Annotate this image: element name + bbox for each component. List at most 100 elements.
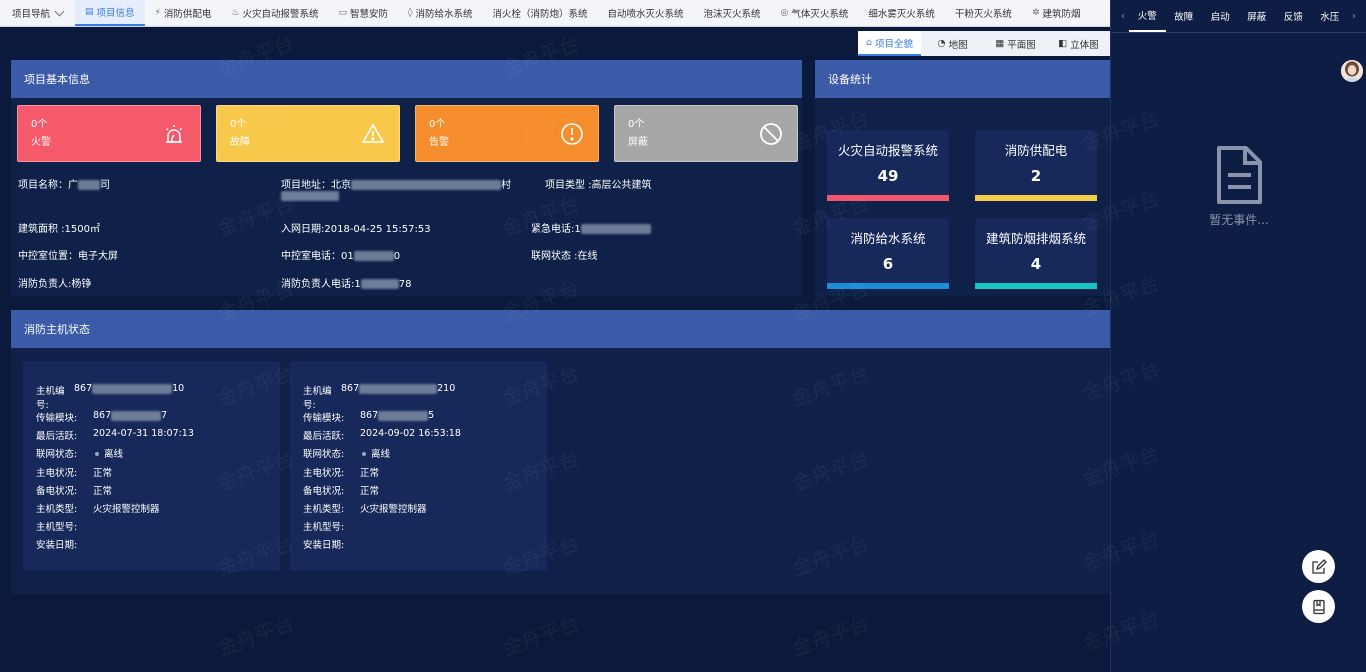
nav-tab-sprinkler[interactable]: 自动喷水灭火系统 bbox=[598, 0, 694, 26]
avatar[interactable] bbox=[1341, 60, 1363, 82]
host-card[interactable]: 主机编号: 867 210 传输模块: 867 5 最后活跃: 2024-09-02 16… bbox=[290, 361, 547, 571]
view-tabs: ⌂ 项目全貌 ◔ 地图 ▦ 平面图 ◧ 立体图 bbox=[858, 31, 1110, 56]
host-field-label: 最后活跃: bbox=[303, 431, 345, 443]
host-field-label: 备电状况: bbox=[36, 485, 78, 497]
nav-tab-label: 消火栓（消防炮）系统 bbox=[492, 9, 588, 20]
project-address: 项目地址：北京 村 bbox=[281, 176, 511, 191]
stat-card-power-supply[interactable]: 消防供配电 2 bbox=[975, 130, 1097, 201]
alarm-card-fire[interactable]: 0个 火警 bbox=[17, 105, 201, 162]
host-last-active: 2024-07-31 18:07:13 bbox=[93, 428, 194, 440]
host-field-label: 主机类型: bbox=[36, 503, 78, 515]
nav-tab-label: 项目信息 bbox=[96, 8, 135, 19]
nav-tab-water-mist[interactable]: 细水雾灭火系统 bbox=[858, 0, 945, 26]
map-icon: ◔ bbox=[937, 38, 946, 49]
stat-value: 49 bbox=[877, 167, 899, 185]
nav-tab-project-info[interactable]: ▤ 项目信息 bbox=[75, 0, 145, 26]
control-room-phone-label: 中控室电话：01 bbox=[281, 251, 354, 262]
nav-tab-dry-powder[interactable]: 干粉灭火系统 bbox=[945, 0, 1022, 26]
redacted-text bbox=[353, 251, 394, 261]
project-name-value: 广 bbox=[68, 180, 78, 191]
view-tab-label: 平面图 bbox=[1007, 39, 1036, 51]
nav-tab-label: 消防供配电 bbox=[163, 9, 212, 20]
host-module-tail: 5 bbox=[428, 410, 435, 421]
stat-card-water-supply[interactable]: 消防给水系统 6 bbox=[827, 218, 949, 289]
alarm-card-shielded[interactable]: 0个 屏蔽 bbox=[614, 105, 798, 162]
fan-icon: ✲ bbox=[1031, 8, 1040, 18]
home-icon: ⌂ bbox=[865, 37, 872, 48]
event-tab-fault[interactable]: 故障 bbox=[1166, 0, 1203, 32]
host-install-row: 安装日期: bbox=[36, 537, 280, 555]
host-card[interactable]: 主机编号: 867 10 传输模块: 867 7 最后活跃: 2024-07-31 18:… bbox=[23, 361, 280, 571]
host-main-power: 正常 bbox=[93, 467, 113, 479]
stat-bar bbox=[975, 195, 1097, 201]
panel-title: 设备统计 bbox=[815, 60, 1110, 98]
water-drop-icon: ◊ bbox=[408, 8, 413, 18]
event-tab-shield[interactable]: 屏蔽 bbox=[1239, 0, 1276, 32]
floorplan-icon: ▦ bbox=[995, 38, 1005, 49]
host-last-active-row: 最后活跃: 2024-09-02 16:53:18 bbox=[303, 428, 547, 446]
redacted-text bbox=[78, 180, 100, 190]
nav-tab-security[interactable]: ▭ 智慧安防 bbox=[328, 0, 398, 26]
view-tab-3d[interactable]: ◧ 立体图 bbox=[1047, 31, 1110, 56]
redacted-text bbox=[360, 279, 399, 289]
stat-card-fire-alarm[interactable]: 火灾自动报警系统 49 bbox=[827, 130, 949, 201]
host-install-row: 安装日期: bbox=[303, 537, 547, 555]
project-nav-dropdown[interactable]: 项目导航 bbox=[0, 0, 75, 26]
event-tab-fire[interactable]: 火警 bbox=[1129, 0, 1166, 32]
event-tab-water-pressure[interactable]: 水压 bbox=[1312, 0, 1349, 32]
host-net-row: 联网状态: 离线 bbox=[36, 446, 280, 464]
emergency-phone-label: 紧急电话:1 bbox=[531, 224, 581, 235]
stat-name: 火灾自动报警系统 bbox=[837, 143, 938, 158]
warning-triangle-icon bbox=[361, 123, 385, 143]
host-module-row: 传输模块: 867 5 bbox=[303, 410, 547, 428]
host-main-power-row: 主电状况: 正常 bbox=[303, 465, 547, 483]
watermark: 金舟平台 bbox=[213, 610, 298, 661]
stat-bar bbox=[827, 195, 949, 201]
stat-value: 6 bbox=[882, 255, 894, 273]
nav-tab-label: 智慧安防 bbox=[350, 9, 389, 20]
control-room-location: 中控室位置：电子大屏 bbox=[18, 251, 118, 262]
nav-tab-hydrant[interactable]: 消火栓（消防炮）系统 bbox=[482, 0, 597, 26]
host-field-label: 主机编号: bbox=[36, 386, 65, 411]
view-tab-map[interactable]: ◔ 地图 bbox=[921, 31, 984, 56]
nav-tab-gas[interactable]: ◎ 气体灭火系统 bbox=[771, 0, 859, 26]
stat-card-smoke-control[interactable]: 建筑防烟排烟系统 4 bbox=[975, 218, 1097, 289]
host-main-power: 正常 bbox=[360, 467, 380, 479]
view-tab-label: 立体图 bbox=[1070, 39, 1099, 51]
event-tab-start[interactable]: 启动 bbox=[1202, 0, 1239, 32]
status-dot-icon bbox=[95, 451, 99, 456]
host-field-label: 主机型号: bbox=[303, 522, 345, 534]
nav-tab-fire-alarm[interactable]: ♨ 火灾自动报警系统 bbox=[221, 0, 328, 26]
host-model-row: 主机型号: bbox=[303, 519, 547, 537]
chevron-right-icon[interactable]: › bbox=[1348, 11, 1360, 22]
panel-title: 项目基本信息 bbox=[11, 60, 802, 98]
host-net-status: 离线 bbox=[93, 446, 280, 460]
notebook-button[interactable] bbox=[1302, 590, 1335, 623]
device-stats-panel: 设备统计 火灾自动报警系统 49 消防供配电 2 消防给水系统 6 建筑防烟排烟… bbox=[815, 60, 1110, 296]
host-code: 867 210 bbox=[341, 383, 547, 394]
edit-button[interactable] bbox=[1302, 550, 1335, 583]
view-tab-label: 地图 bbox=[948, 39, 968, 51]
stat-name: 消防给水系统 bbox=[850, 231, 926, 246]
nav-tab-power-supply[interactable]: ⚡ 消防供配电 bbox=[145, 0, 222, 26]
stat-value: 2 bbox=[1030, 167, 1042, 185]
stat-bar bbox=[975, 283, 1097, 289]
control-room-phone-tail: 0 bbox=[393, 251, 401, 262]
siren-icon bbox=[165, 125, 183, 143]
alert-circle-icon bbox=[561, 123, 583, 145]
redacted-text bbox=[92, 383, 173, 394]
host-type-row: 主机类型: 火灾报警控制器 bbox=[36, 501, 280, 519]
chevron-left-icon[interactable]: ‹ bbox=[1117, 11, 1129, 22]
event-tab-feedback[interactable]: 反馈 bbox=[1275, 0, 1312, 32]
host-module: 867 5 bbox=[360, 410, 547, 421]
owner-phone-tail: 78 bbox=[398, 279, 412, 290]
stat-bar bbox=[827, 283, 949, 289]
nav-tab-water-supply[interactable]: ◊ 消防给水系统 bbox=[398, 0, 482, 26]
view-tab-floorplan[interactable]: ▦ 平面图 bbox=[984, 31, 1047, 56]
nav-tab-foam[interactable]: 泡沫灭火系统 bbox=[694, 0, 771, 26]
alarm-card-fault[interactable]: 0个 故障 bbox=[216, 105, 400, 162]
view-tab-overview[interactable]: ⌂ 项目全貌 bbox=[858, 31, 921, 56]
nav-tab-smoke-control[interactable]: ✲ 建筑防烟 bbox=[1022, 0, 1091, 26]
alarm-card-warning[interactable]: 0个 告警 bbox=[415, 105, 599, 162]
host-last-active-row: 最后活跃: 2024-07-31 18:07:13 bbox=[36, 428, 280, 446]
